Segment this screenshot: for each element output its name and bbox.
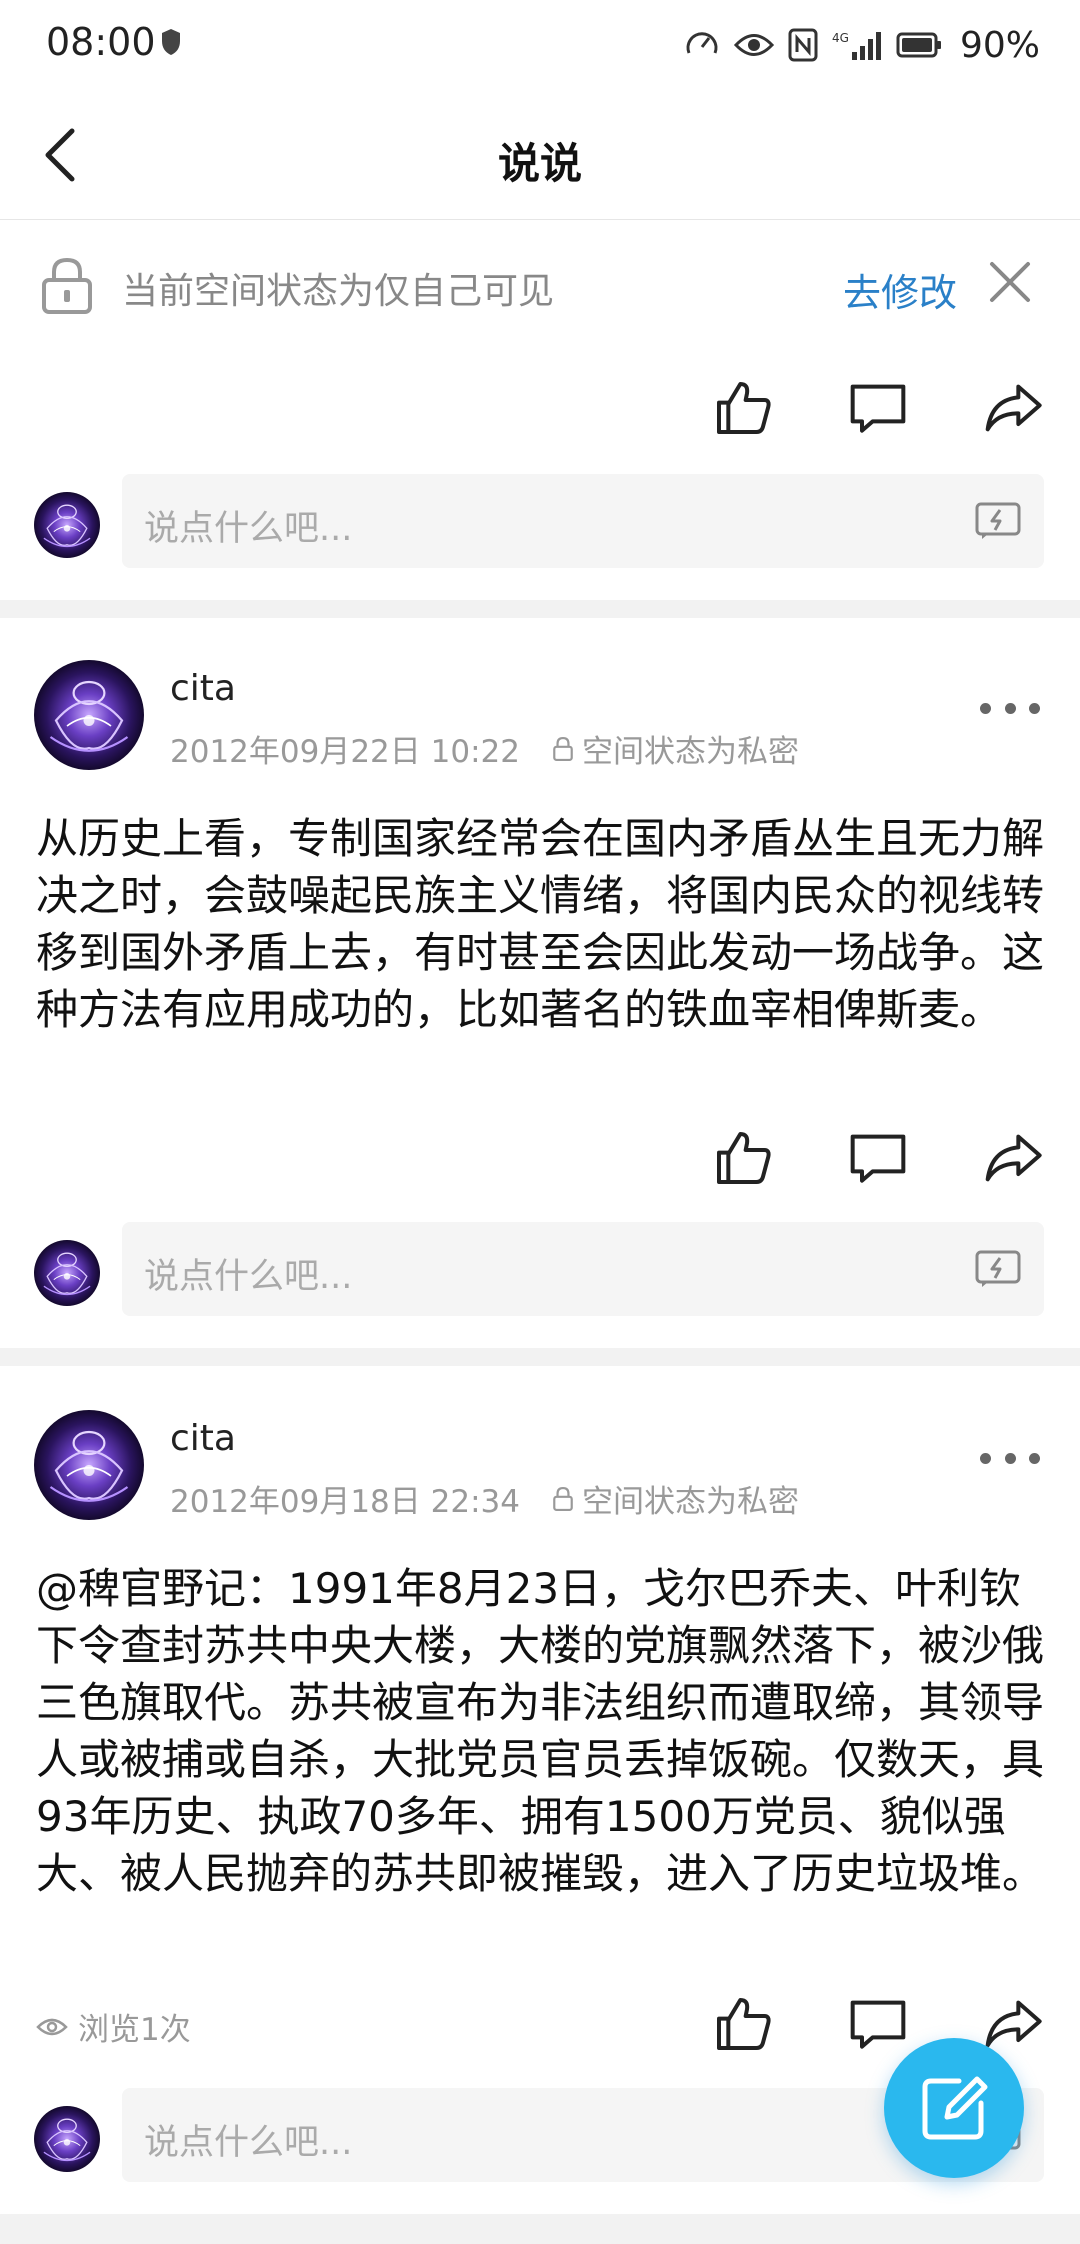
comment-button[interactable] xyxy=(838,1118,918,1198)
svg-text:4G: 4G xyxy=(832,31,849,45)
post-privacy-label: 空间状态为私密 xyxy=(581,734,799,770)
privacy-notice: 当前空间状态为仅自己可见 去修改 xyxy=(0,220,1080,350)
comment-row: 说点什么吧... xyxy=(0,1222,1080,1322)
comment-button[interactable] xyxy=(838,368,918,448)
battery-percent: 90% xyxy=(959,24,1040,66)
post-actions xyxy=(0,1118,1080,1208)
speed-icon xyxy=(686,32,718,54)
share-icon xyxy=(981,376,1045,440)
shield-icon xyxy=(162,29,180,55)
post-meta: 2012年09月18日 22:34 空间状态为私密 xyxy=(170,1476,799,1521)
page-title: 说说 xyxy=(497,139,582,188)
comment-placeholder: 说点什么吧... xyxy=(144,1257,353,1297)
divider xyxy=(0,2214,1080,2244)
comment-icon xyxy=(846,376,910,440)
status-icons: 4G 90% xyxy=(684,20,1040,70)
compose-button[interactable] xyxy=(884,2038,1024,2178)
battery-icon xyxy=(896,32,941,58)
comment-row: 说点什么吧... xyxy=(0,474,1080,574)
comment-input[interactable]: 说点什么吧... xyxy=(122,1222,1044,1316)
status-time: 08:00 xyxy=(46,20,156,64)
avatar xyxy=(34,2106,100,2172)
comment-input[interactable]: 说点什么吧... xyxy=(122,474,1044,568)
small-lock-icon xyxy=(552,737,574,761)
post-privacy-label: 空间状态为私密 xyxy=(581,1484,799,1520)
post-meta: 2012年09月22日 10:22 空间状态为私密 xyxy=(170,726,799,771)
edit-icon xyxy=(922,2076,988,2140)
share-button[interactable] xyxy=(973,368,1053,448)
eye-icon xyxy=(733,34,774,56)
post-privacy: 空间状态为私密 xyxy=(552,726,799,771)
more-options-icon[interactable] xyxy=(980,688,1040,728)
comment-placeholder: 说点什么吧... xyxy=(144,509,353,549)
divider xyxy=(0,600,1080,618)
emoji-icon[interactable] xyxy=(974,1248,1022,1290)
post-actions xyxy=(0,368,1080,458)
comment-placeholder: 说点什么吧... xyxy=(144,2123,353,2163)
change-privacy-link[interactable]: 去修改 xyxy=(843,262,957,317)
nfc-icon xyxy=(788,28,818,62)
like-button[interactable] xyxy=(703,1984,783,2064)
post-header: cita 2012年09月22日 10:22 空间状态为私密 xyxy=(0,660,1080,790)
close-icon[interactable] xyxy=(986,258,1034,306)
share-button[interactable] xyxy=(973,1118,1053,1198)
emoji-icon[interactable] xyxy=(974,500,1022,542)
post-content: @稗官野记：1991年8月23日，戈尔巴乔夫、叶利钦下令查封苏共中央大楼，大楼的… xyxy=(36,1564,1045,1898)
avatar[interactable] xyxy=(34,1410,144,1520)
more-options-icon[interactable] xyxy=(980,1438,1040,1478)
divider xyxy=(0,1348,1080,1366)
post-content: 从历史上看，专制国家经常会在国内矛盾丛生且无力解决之时，会鼓噪起民族主义情绪，将… xyxy=(36,814,1045,1034)
header: 说说 xyxy=(0,90,1080,220)
privacy-notice-text: 当前空间状态为仅自己可见 xyxy=(122,271,555,312)
post-privacy: 空间状态为私密 xyxy=(552,1476,799,1521)
share-icon xyxy=(981,1126,1045,1190)
share-icon xyxy=(981,1992,1045,2056)
thumbs-up-icon xyxy=(711,1126,775,1190)
thumbs-up-icon xyxy=(711,376,775,440)
comment-icon xyxy=(846,1126,910,1190)
comment-icon xyxy=(846,1992,910,2056)
status-bar: 08:00 4G 90% xyxy=(0,0,1080,90)
post-author[interactable]: cita xyxy=(170,668,236,709)
thumbs-up-icon xyxy=(711,1992,775,2056)
like-button[interactable] xyxy=(703,368,783,448)
post-date: 2012年09月22日 10:22 xyxy=(170,734,520,770)
avatar[interactable] xyxy=(34,660,144,770)
post-date: 2012年09月18日 22:34 xyxy=(170,1484,520,1520)
post-author[interactable]: cita xyxy=(170,1418,236,1459)
lock-icon xyxy=(42,257,92,314)
comment-button[interactable] xyxy=(838,1984,918,2064)
avatar xyxy=(34,492,100,558)
like-button[interactable] xyxy=(703,1118,783,1198)
avatar xyxy=(34,1240,100,1306)
small-lock-icon xyxy=(552,1487,574,1511)
signal-icon: 4G xyxy=(832,31,881,60)
post-header: cita 2012年09月18日 22:34 空间状态为私密 xyxy=(0,1410,1080,1540)
